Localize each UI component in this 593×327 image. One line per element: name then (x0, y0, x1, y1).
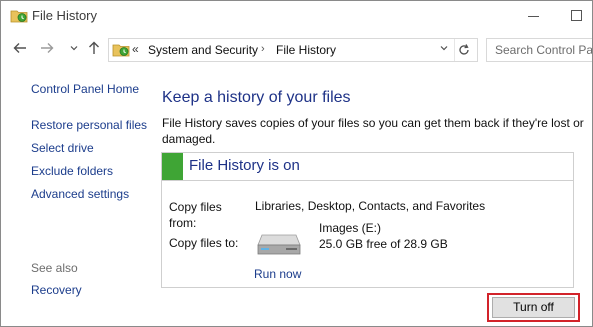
minimize-button[interactable] (527, 7, 541, 23)
maximize-button[interactable] (570, 7, 584, 23)
forward-button[interactable] (37, 38, 57, 58)
see-also-label: See also (31, 261, 78, 275)
status-header: File History is on (162, 153, 573, 181)
refresh-button[interactable] (457, 41, 471, 60)
status-panel: File History is on Copy files from: Libr… (161, 152, 574, 288)
copy-from-label: Copy files from: (169, 200, 222, 230)
chevron-down-icon (70, 46, 78, 51)
back-button[interactable] (10, 38, 30, 58)
select-drive-link[interactable]: Select drive (31, 141, 94, 155)
copy-to-label: Copy files to: (169, 236, 239, 250)
copy-from-value: Libraries, Desktop, Contacts, and Favori… (255, 199, 486, 213)
arrow-left-icon (13, 43, 26, 53)
breadcrumb-system-and-security[interactable]: System and Security (148, 43, 258, 57)
drive-space: 25.0 GB free of 28.9 GB (319, 237, 448, 251)
chevron-down-icon (440, 46, 448, 51)
turn-off-button[interactable]: Turn off (492, 297, 575, 318)
refresh-icon (459, 44, 469, 55)
status-indicator (162, 153, 183, 180)
page-title: Keep a history of your files (162, 89, 351, 106)
arrow-up-icon (89, 41, 99, 54)
recent-locations-button[interactable] (64, 38, 84, 58)
recovery-link[interactable]: Recovery (31, 283, 82, 297)
address-dropdown-button[interactable] (439, 43, 449, 56)
restore-personal-files-link[interactable]: Restore personal files (31, 118, 147, 132)
hard-drive-icon (257, 234, 301, 255)
exclude-folders-link[interactable]: Exclude folders (31, 164, 113, 178)
arrow-right-icon (41, 43, 54, 53)
file-history-icon (10, 10, 28, 23)
navigation-bar: « System and Security › File History Sea… (1, 32, 592, 65)
title-bar: File History (1, 1, 592, 32)
status-title: File History is on (189, 157, 300, 174)
address-divider (454, 39, 455, 61)
advanced-settings-link[interactable]: Advanced settings (31, 187, 129, 201)
page-description: File History saves copies of your files … (162, 116, 584, 146)
address-bar[interactable]: « System and Security › File History (108, 38, 478, 62)
drive-name: Images (E:) (319, 221, 382, 235)
window-title: File History (32, 8, 98, 23)
address-overflow-chevron[interactable]: « (132, 42, 139, 56)
file-history-icon (112, 44, 130, 57)
search-input[interactable]: Search Control Panel (495, 43, 592, 57)
breadcrumb-separator[interactable]: › (261, 43, 265, 55)
breadcrumb-file-history[interactable]: File History (276, 43, 336, 57)
up-button[interactable] (84, 38, 104, 58)
control-panel-home-link[interactable]: Control Panel Home (31, 82, 139, 96)
file-history-window: File History « System and Security › Fil… (0, 0, 593, 327)
left-pane: Control Panel Home Restore personal file… (1, 65, 153, 326)
run-now-link[interactable]: Run now (254, 267, 301, 281)
search-box[interactable]: Search Control Panel (486, 38, 592, 62)
